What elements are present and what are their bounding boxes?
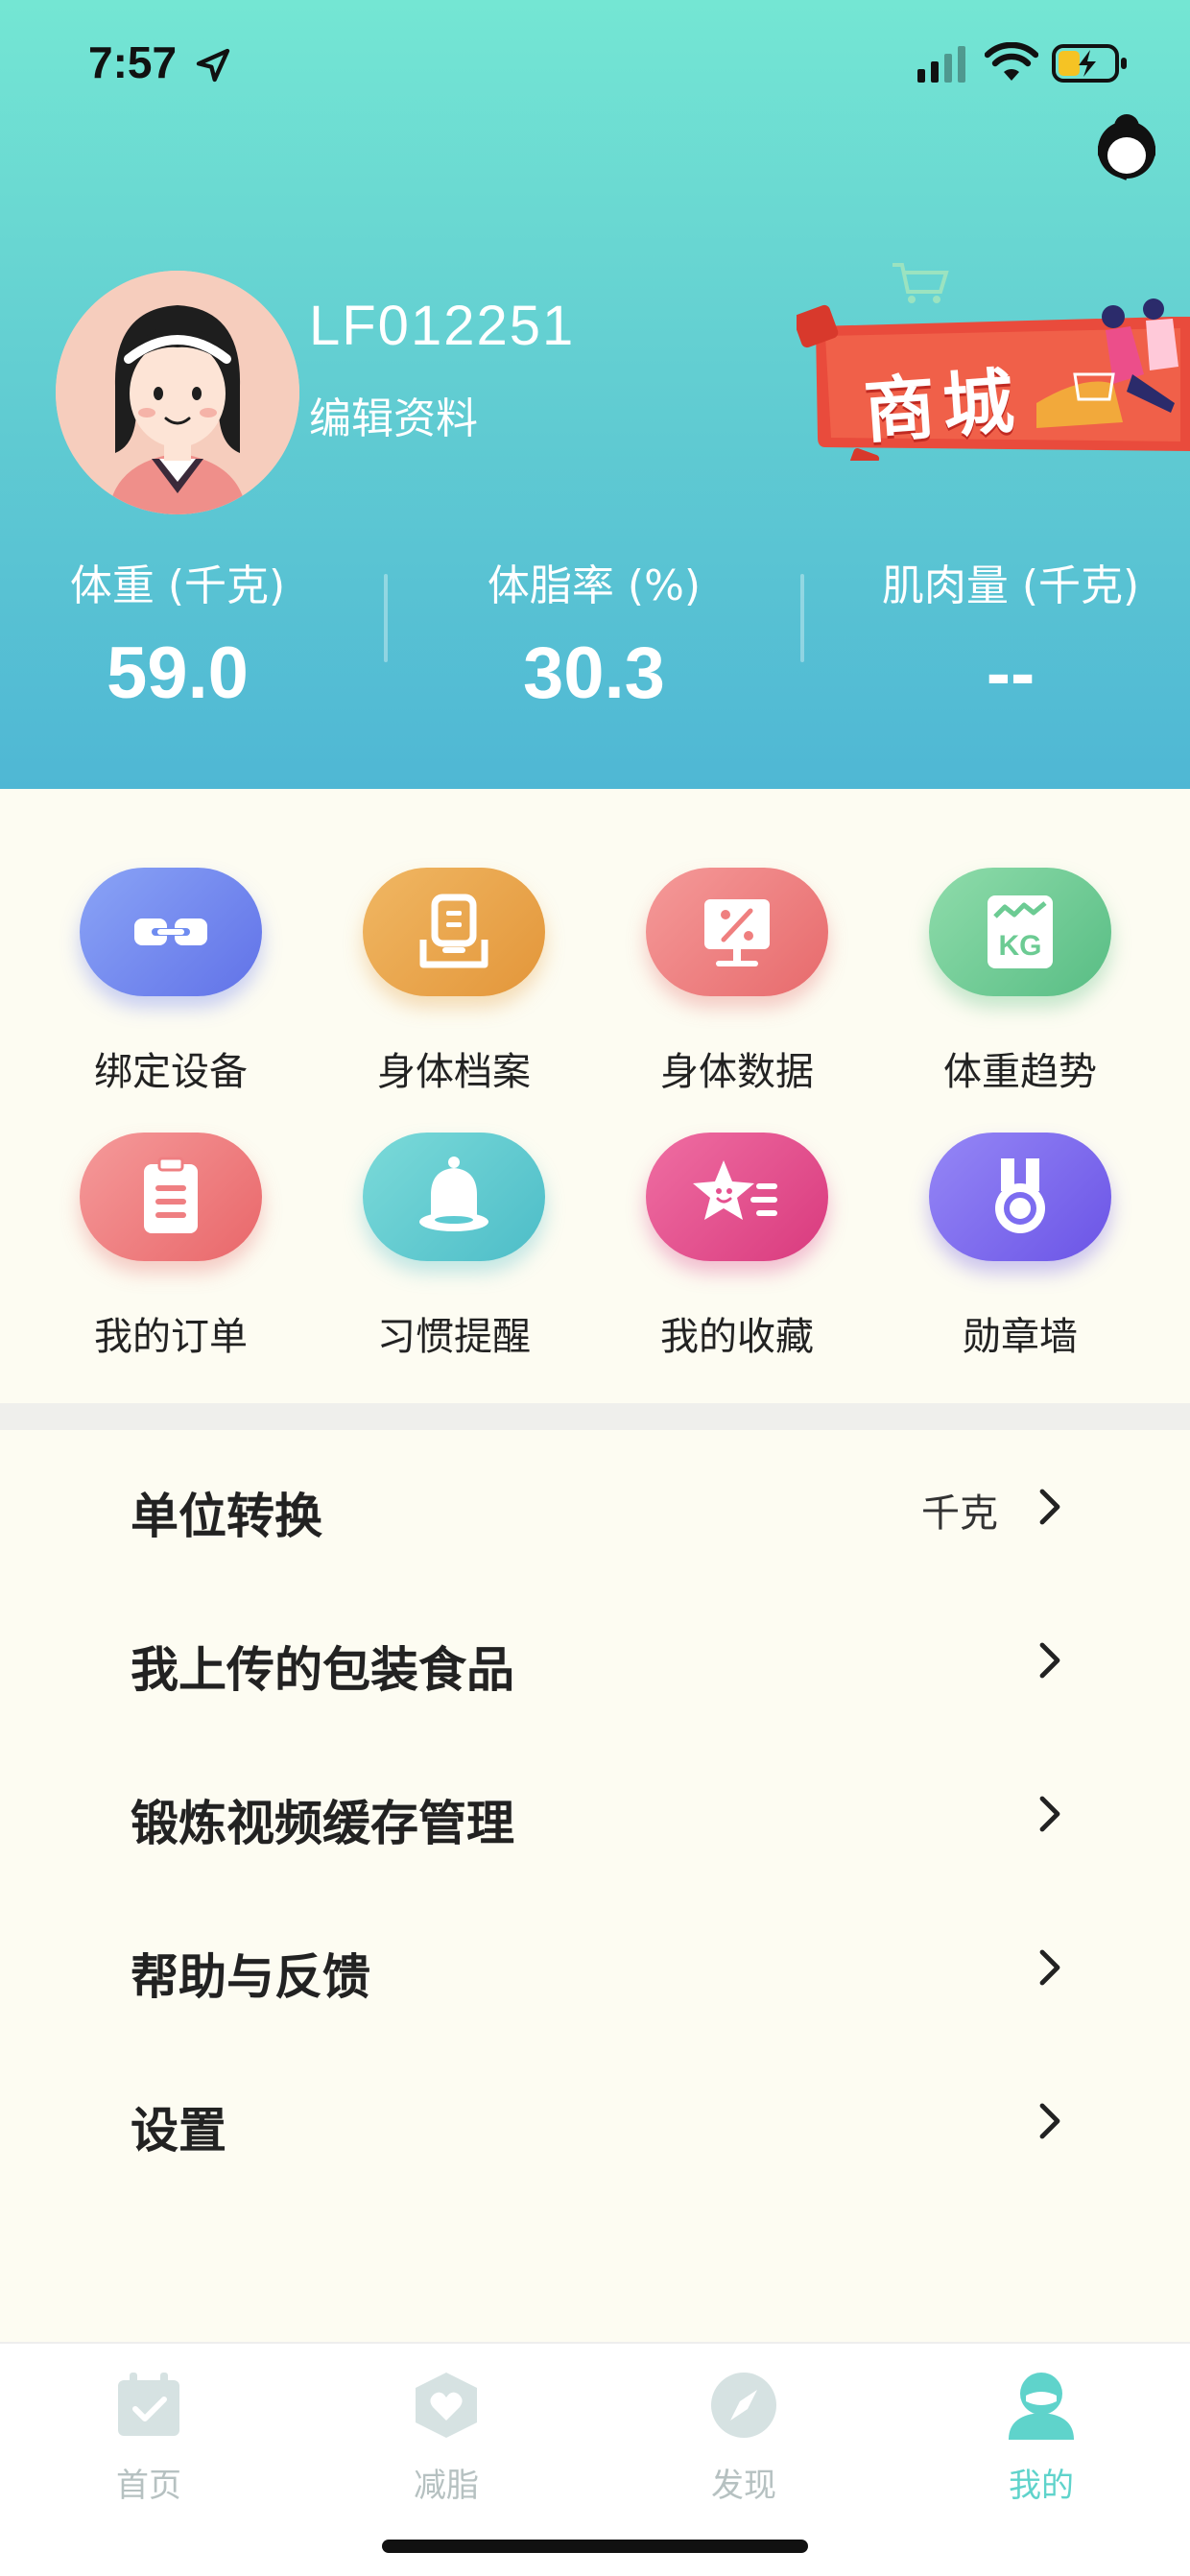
settings-row-help-feedback[interactable]: 帮助与反馈: [0, 1891, 1190, 2044]
tab-mine[interactable]: 我的: [945, 2359, 1137, 2513]
status-time: 7:57: [88, 37, 178, 87]
avatar-illustration: [56, 271, 299, 514]
bell-icon: [363, 1133, 545, 1261]
cellular-signal-icon: [917, 46, 965, 83]
stat-muscle[interactable]: 肌肉量 (千克) --: [852, 551, 1169, 715]
tab-fat-loss[interactable]: 减脂: [350, 2359, 542, 2513]
clipboard-icon: [80, 1133, 262, 1261]
settings-row-uploaded-foods[interactable]: 我上传的包装食品: [0, 1584, 1190, 1737]
star-icon: [646, 1133, 828, 1261]
grid-label: 身体档案: [377, 1050, 531, 1094]
profile-person-icon: [1009, 2373, 1074, 2440]
settings-row-settings[interactable]: 设置: [0, 2044, 1190, 2198]
grid-label: 勋章墙: [963, 1315, 1078, 1359]
stat-divider: [384, 574, 388, 662]
grid-label: 身体数据: [660, 1050, 814, 1094]
chevron-right-icon: [1039, 1949, 1060, 1986]
stat-muscle-value: --: [986, 632, 1035, 714]
grid-item-weight-trend[interactable]: KG 体重趋势: [876, 868, 1164, 1117]
profile-header: 7:57 LF012251 编辑资料 商城 体重 (千克) 59.0 体脂率 (…: [0, 0, 1190, 789]
settings-row-unit-conversion[interactable]: 单位转换 千克: [0, 1430, 1190, 1584]
stat-weight[interactable]: 体重 (千克) 59.0: [19, 551, 336, 715]
calendar-check-icon: [118, 2373, 179, 2436]
medal-icon: [929, 1133, 1111, 1261]
grid-item-my-orders[interactable]: 我的订单: [27, 1133, 315, 1382]
stat-divider: [800, 574, 804, 662]
settings-list: 单位转换 千克 我上传的包装食品 锻炼视频缓存管理 帮助与反馈 设置: [0, 1430, 1190, 2342]
section-divider: [0, 1403, 1190, 1430]
stat-weight-value: 59.0: [107, 632, 249, 714]
mall-label: 商城: [861, 360, 1025, 454]
tab-label: 减脂: [414, 2467, 479, 2505]
heart-hexagon-icon: [416, 2373, 477, 2438]
grid-label: 习惯提醒: [377, 1315, 531, 1359]
battery-charging-icon: [1052, 44, 1127, 83]
shopping-cart-icon: [892, 263, 949, 303]
svg-text:KG: KG: [999, 930, 1042, 962]
customer-service-icon[interactable]: [1092, 111, 1161, 184]
tab-home[interactable]: 首页: [53, 2359, 245, 2513]
function-grid: 绑定设备 身体档案 身体数据 KG 体重趋势 我的订单 习惯提醒 我的收藏 勋章…: [0, 789, 1190, 1403]
grid-item-bind-device[interactable]: 绑定设备: [27, 868, 315, 1117]
percent-monitor-icon: [646, 868, 828, 996]
stat-body-fat-value: 30.3: [523, 632, 665, 714]
settings-row-label: 单位转换: [131, 1489, 322, 1544]
link-icon: [80, 868, 262, 996]
tab-label: 首页: [116, 2467, 181, 2505]
settings-row-label: 锻炼视频缓存管理: [131, 1796, 514, 1851]
grid-label: 我的收藏: [660, 1315, 814, 1359]
wifi-icon: [985, 42, 1038, 81]
chevron-right-icon: [1039, 1489, 1060, 1525]
avatar[interactable]: [56, 271, 299, 514]
home-indicator: [382, 2540, 808, 2553]
grid-item-body-profile[interactable]: 身体档案: [310, 868, 598, 1117]
chevron-right-icon: [1039, 1642, 1060, 1679]
grid-item-habit-reminder[interactable]: 习惯提醒: [310, 1133, 598, 1382]
grid-label: 体重趋势: [943, 1050, 1097, 1094]
chevron-right-icon: [1039, 1796, 1060, 1832]
compass-icon: [711, 2373, 776, 2438]
stat-body-fat-label: 体脂率 (%): [487, 561, 702, 610]
grid-item-medal-wall[interactable]: 勋章墙: [876, 1133, 1164, 1382]
chevron-right-icon: [1039, 2103, 1060, 2139]
tab-label: 发现: [711, 2467, 776, 2505]
stat-weight-label: 体重 (千克): [69, 561, 286, 610]
status-bar: 7:57: [0, 0, 1190, 125]
grid-label: 绑定设备: [94, 1050, 248, 1094]
kg-trend-icon: KG: [929, 868, 1111, 996]
stat-body-fat[interactable]: 体脂率 (%) 30.3: [436, 551, 752, 715]
edit-profile-link[interactable]: 编辑资料: [309, 384, 478, 445]
grid-item-my-favorites[interactable]: 我的收藏: [593, 1133, 881, 1382]
username: LF012251: [309, 295, 576, 357]
settings-row-label: 帮助与反馈: [131, 1949, 370, 2005]
settings-row-label: 我上传的包装食品: [131, 1642, 514, 1698]
stat-muscle-label: 肌肉量 (千克): [881, 561, 1140, 610]
settings-row-label: 设置: [131, 2103, 226, 2159]
tab-label: 我的: [1009, 2467, 1074, 2505]
tab-discover[interactable]: 发现: [648, 2359, 840, 2513]
grid-label: 我的订单: [94, 1315, 248, 1359]
location-arrow-icon: [196, 48, 230, 83]
settings-row-video-cache[interactable]: 锻炼视频缓存管理: [0, 1737, 1190, 1891]
settings-row-value: 千克: [921, 1491, 998, 1536]
grid-item-body-data[interactable]: 身体数据: [593, 868, 881, 1117]
profile-file-icon: [363, 868, 545, 996]
